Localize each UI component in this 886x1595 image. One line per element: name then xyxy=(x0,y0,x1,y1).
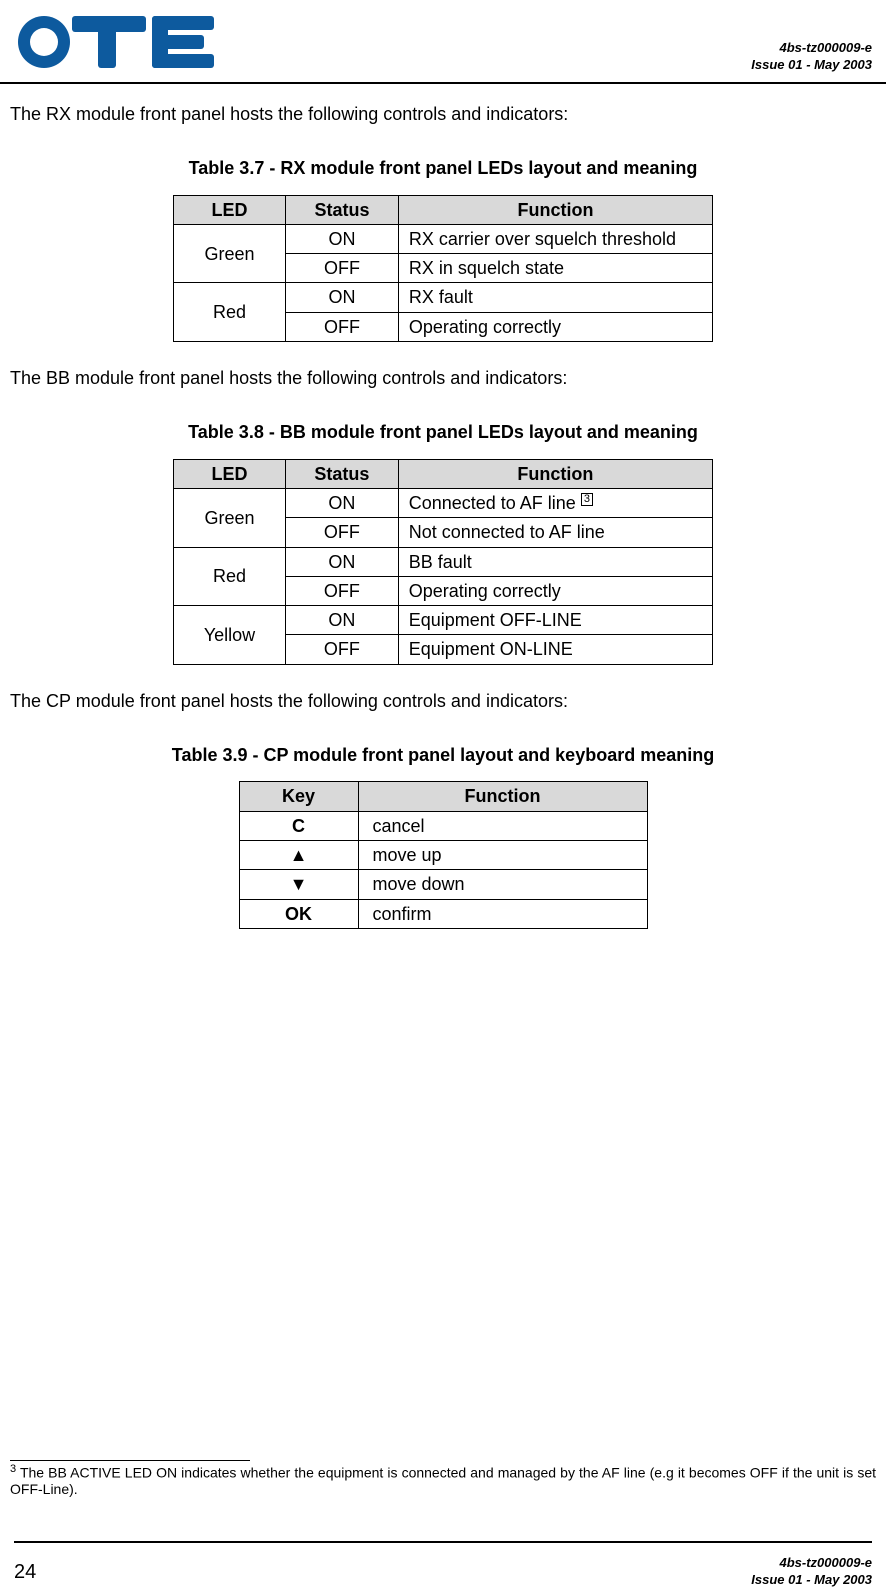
table-3-8: LED Status Function Green ON Connected t… xyxy=(173,459,713,665)
table-3-7-caption: Table 3.7 - RX module front panel LEDs l… xyxy=(10,156,876,180)
cell-status: ON xyxy=(286,488,399,517)
cell-led: Red xyxy=(174,283,286,342)
cell-led: Green xyxy=(174,488,286,547)
table-row: C cancel xyxy=(239,811,647,840)
cell-led: Red xyxy=(174,547,286,606)
page-number: 24 xyxy=(14,1561,36,1584)
logo xyxy=(14,12,234,74)
footnote-3: 3 The BB ACTIVE LED ON indicates whether… xyxy=(10,1463,876,1497)
cell-led: Yellow xyxy=(174,606,286,665)
cell-func: Equipment OFF-LINE xyxy=(398,606,712,635)
table-row: ▼ move down xyxy=(239,870,647,899)
th-function: Function xyxy=(398,195,712,224)
cell-led: Green xyxy=(174,224,286,283)
cell-func: BB fault xyxy=(398,547,712,576)
cell-key: C xyxy=(239,811,358,840)
cell-func: Operating correctly xyxy=(398,576,712,605)
cell-func: Not connected to AF line xyxy=(398,518,712,547)
cell-status: OFF xyxy=(286,576,399,605)
footnote-rule xyxy=(10,1460,250,1461)
cell-status: OFF xyxy=(286,518,399,547)
cell-status: ON xyxy=(286,547,399,576)
cell-func: confirm xyxy=(358,899,647,928)
cell-key: OK xyxy=(239,899,358,928)
table-3-8-caption: Table 3.8 - BB module front panel LEDs l… xyxy=(10,420,876,444)
doc-id: 4bs-tz000009-e xyxy=(751,1555,872,1572)
cell-status: OFF xyxy=(286,635,399,664)
cell-status: ON xyxy=(286,283,399,312)
paragraph-cp-intro: The CP module front panel hosts the foll… xyxy=(10,689,876,713)
table-row: Green ON RX carrier over squelch thresho… xyxy=(174,224,713,253)
paragraph-bb-intro: The BB module front panel hosts the foll… xyxy=(10,366,876,390)
doc-id: 4bs-tz000009-e xyxy=(751,40,872,57)
cell-func: Operating correctly xyxy=(398,312,712,341)
table-row: Red ON RX fault xyxy=(174,283,713,312)
table-row: Green ON Connected to AF line 3 xyxy=(174,488,713,517)
table-3-9-caption: Table 3.9 - CP module front panel layout… xyxy=(10,743,876,767)
ote-logo-svg xyxy=(14,12,234,74)
table-row: Yellow ON Equipment OFF-LINE xyxy=(174,606,713,635)
footnote-text: The BB ACTIVE LED ON indicates whether t… xyxy=(10,1465,876,1497)
table-row: OK confirm xyxy=(239,899,647,928)
cell-status: OFF xyxy=(286,254,399,283)
page-header: 4bs-tz000009-e Issue 01 - May 2003 xyxy=(0,0,886,74)
footnote-block: 3 The BB ACTIVE LED ON indicates whether… xyxy=(10,1460,876,1497)
th-key: Key xyxy=(239,782,358,811)
table-3-9: Key Function C cancel ▲ move up ▼ move d… xyxy=(239,781,648,928)
cell-key: ▼ xyxy=(239,870,358,899)
table-row: Red ON BB fault xyxy=(174,547,713,576)
cell-key: ▲ xyxy=(239,840,358,869)
page-footer: 24 4bs-tz000009-e Issue 01 - May 2003 xyxy=(0,1533,886,1595)
cell-func: move down xyxy=(358,870,647,899)
th-status: Status xyxy=(286,459,399,488)
th-function: Function xyxy=(358,782,647,811)
doc-issue: Issue 01 - May 2003 xyxy=(751,1572,872,1589)
header-doc-id: 4bs-tz000009-e Issue 01 - May 2003 xyxy=(751,40,872,74)
table-3-7: LED Status Function Green ON RX carrier … xyxy=(173,195,713,342)
th-status: Status xyxy=(286,195,399,224)
cell-func: Equipment ON-LINE xyxy=(398,635,712,664)
th-led: LED xyxy=(174,195,286,224)
cell-func: RX fault xyxy=(398,283,712,312)
cell-func: Connected to AF line 3 xyxy=(398,488,712,517)
cell-status: ON xyxy=(286,224,399,253)
paragraph-rx-intro: The RX module front panel hosts the foll… xyxy=(10,102,876,126)
th-function: Function xyxy=(398,459,712,488)
cell-func: RX in squelch state xyxy=(398,254,712,283)
footer-doc-id: 4bs-tz000009-e Issue 01 - May 2003 xyxy=(751,1555,872,1589)
footer-rule xyxy=(14,1541,872,1543)
th-led: LED xyxy=(174,459,286,488)
table-row: ▲ move up xyxy=(239,840,647,869)
footnote-ref-3[interactable]: 3 xyxy=(581,493,593,506)
cell-func-text: Connected to AF line xyxy=(409,493,581,513)
cell-status: ON xyxy=(286,606,399,635)
cell-func: move up xyxy=(358,840,647,869)
cell-func: RX carrier over squelch threshold xyxy=(398,224,712,253)
doc-issue: Issue 01 - May 2003 xyxy=(751,57,872,74)
cell-status: OFF xyxy=(286,312,399,341)
cell-func: cancel xyxy=(358,811,647,840)
